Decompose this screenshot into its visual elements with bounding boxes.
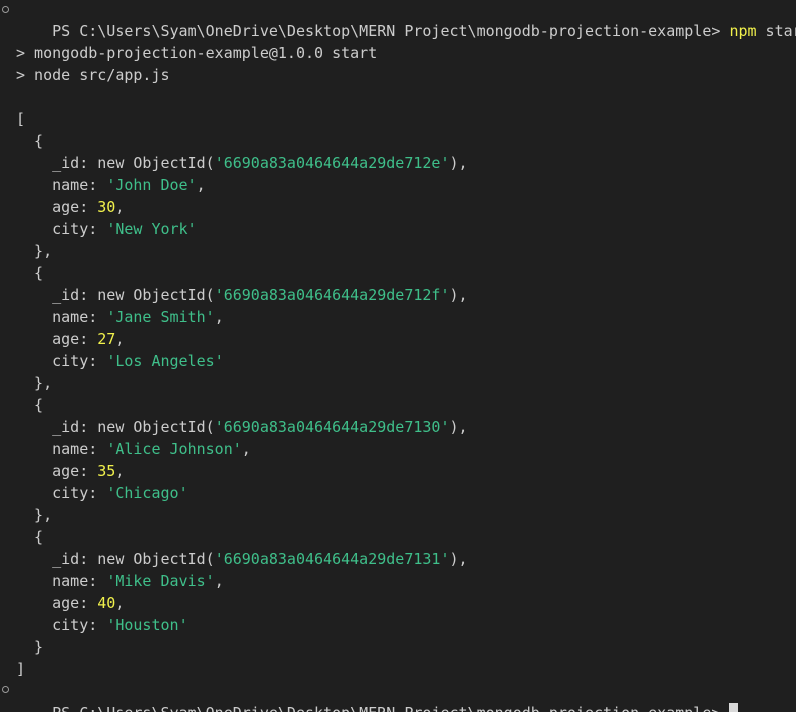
record-open-brace: { [16,528,44,546]
record-close-brace: } [16,638,44,656]
record-name-line: name: 'Alice Johnson', [16,440,251,458]
record-city-line: city: 'Houston' [16,616,188,634]
record-age: 30 [97,198,116,216]
command-status-circle-icon[interactable] [2,6,9,13]
terminal-panel[interactable]: PS C:\Users\Syam\OneDrive\Desktop\MERN P… [0,0,796,712]
record-name-line: name: 'John Doe', [16,176,206,194]
record-id-line: _id: new ObjectId('6690a83a0464644a29de7… [16,286,468,304]
record-name-line: name: 'Mike Davis', [16,572,224,590]
record-city: Chicago [115,484,179,502]
final-prompt-line[interactable]: PS C:\Users\Syam\OneDrive\Desktop\MERN P… [16,680,739,712]
record-age-line: age: 35, [16,462,125,480]
record-open-brace: { [16,264,44,282]
prompt-command-arg: start [765,22,796,40]
record-name: Alice Johnson [115,440,233,458]
record-id: 6690a83a0464644a29de712e [223,154,441,172]
record-id: 6690a83a0464644a29de712f [223,286,441,304]
record-age-line: age: 30, [16,198,125,216]
script-header-line-2: > node src/app.js [16,66,170,84]
record-id-line: _id: new ObjectId('6690a83a0464644a29de7… [16,154,468,172]
terminal-cursor [729,703,739,712]
record-name-line: name: 'Jane Smith', [16,308,224,326]
record-name: John Doe [115,176,188,194]
record-age-line: age: 27, [16,330,125,348]
record-age: 27 [97,330,116,348]
record-city-line: city: 'Los Angeles' [16,352,224,370]
record-age-line: age: 40, [16,594,125,612]
prompt-line: PS C:\Users\Syam\OneDrive\Desktop\MERN P… [16,0,796,40]
record-city: Houston [115,616,179,634]
record-open-brace: { [16,396,44,414]
record-id: 6690a83a0464644a29de7130 [223,418,441,436]
record-close-brace: }, [16,506,53,524]
record-city-line: city: 'Chicago' [16,484,188,502]
record-city: Los Angeles [115,352,215,370]
script-header-line-1: > mongodb-projection-example@1.0.0 start [16,44,378,62]
record-city-line: city: 'New York' [16,220,197,238]
record-name: Jane Smith [115,308,206,326]
prompt-command: npm [729,22,757,40]
record-age: 35 [97,462,116,480]
record-city: New York [115,220,188,238]
output-open-bracket: [ [16,110,26,128]
output-close-bracket: ] [16,660,26,678]
record-close-brace: }, [16,242,53,260]
record-open-brace: { [16,132,44,150]
record-name: Mike Davis [115,572,206,590]
prompt-path: PS C:\Users\Syam\OneDrive\Desktop\MERN P… [52,22,721,40]
record-id-line: _id: new ObjectId('6690a83a0464644a29de7… [16,550,468,568]
record-close-brace: }, [16,374,53,392]
record-id-line: _id: new ObjectId('6690a83a0464644a29de7… [16,418,468,436]
record-id: 6690a83a0464644a29de7131 [223,550,441,568]
record-age: 40 [97,594,116,612]
final-prompt-path: PS C:\Users\Syam\OneDrive\Desktop\MERN P… [52,704,720,712]
command-status-circle-icon[interactable] [2,686,9,693]
